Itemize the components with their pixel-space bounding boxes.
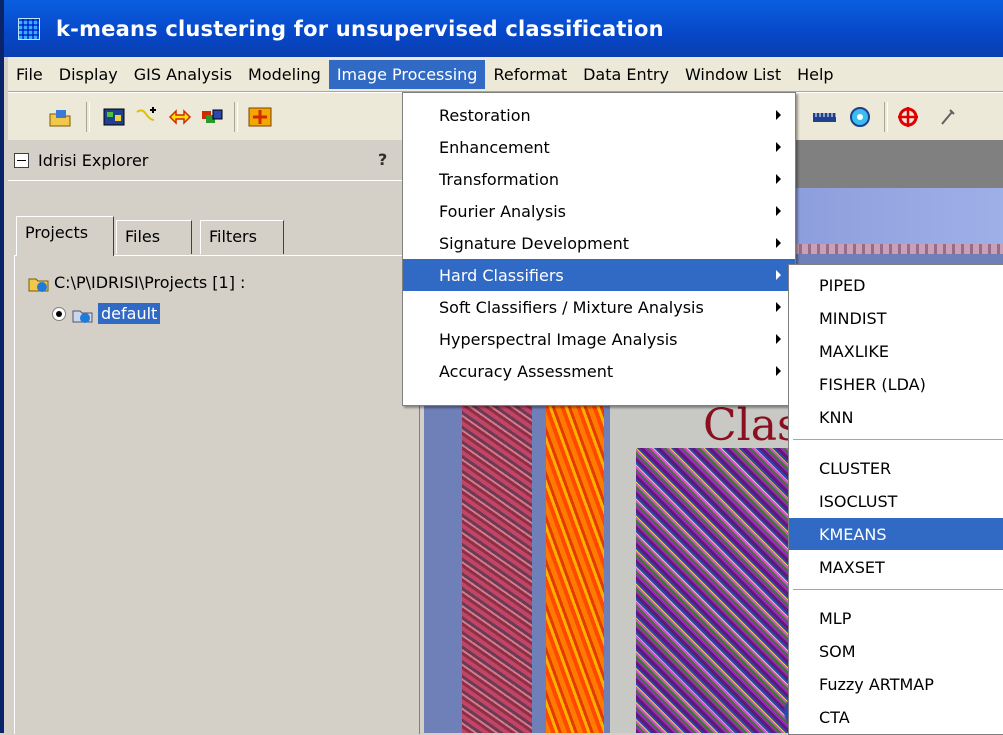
menu-item-cta[interactable]: CTA [789,701,1003,733]
project-icon [72,306,94,323]
menu-item-signature-development[interactable]: Signature Development [403,227,795,259]
display-map-icon[interactable] [102,106,126,128]
tree-root[interactable]: C:\P\IDRISI\Projects [1] : [28,273,245,292]
collapse-icon[interactable] [14,152,29,168]
menu-item-soft-classifiers[interactable]: Soft Classifiers / Mixture Analysis [403,291,795,323]
menu-item-som[interactable]: SOM [789,635,1003,667]
app-window: k-means clustering for unsupervised clas… [0,0,1003,735]
submenu-arrow-icon [776,302,781,312]
menu-item-piped[interactable]: PIPED [789,269,1003,301]
orange-band-image [546,400,604,733]
circle-target-icon[interactable] [848,106,872,128]
menu-item-knn[interactable]: KNN [789,401,1003,433]
classification-title: Clas [703,400,800,451]
menu-item-transformation[interactable]: Transformation [403,163,795,195]
radio-selected-icon[interactable] [52,306,66,321]
menu-item-cluster[interactable]: CLUSTER [789,452,1003,484]
menu-item-enhancement[interactable]: Enhancement [403,131,795,163]
idrisi-explorer-panel: Idrisi Explorer ? Projects Files Filters… [8,140,426,734]
menu-item-fuzzy-artmap[interactable]: Fuzzy ARTMAP [789,668,1003,700]
menu-display[interactable]: Display [51,60,126,89]
tab-files[interactable]: Files [116,220,192,254]
tools-icon[interactable] [936,106,960,128]
tab-filters[interactable]: Filters [200,220,284,254]
submenu-arrow-icon [776,270,781,280]
image-processing-menu: Restoration Enhancement Transformation F… [402,92,796,406]
tree-root-label: C:\P\IDRISI\Projects [1] : [54,273,246,292]
menu-gis-analysis[interactable]: GIS Analysis [126,60,240,89]
help-icon[interactable]: ? [378,150,387,169]
title-bar: k-means clustering for unsupervised clas… [4,0,1003,57]
menu-item-mindist[interactable]: MINDIST [789,302,1003,334]
pan-icon[interactable] [248,106,272,128]
hard-classifiers-submenu: PIPED MINDIST MAXLIKE FISHER (LDA) KNN C… [788,264,1003,735]
explorer-header: Idrisi Explorer ? [8,140,424,181]
menu-modeling[interactable]: Modeling [240,60,329,89]
menu-separator [793,589,1003,590]
submenu-arrow-icon [776,206,781,216]
folder-icon [28,275,50,292]
menu-separator [793,439,1003,440]
menu-item-hyperspectral[interactable]: Hyperspectral Image Analysis [403,323,795,355]
menu-image-processing[interactable]: Image Processing [328,59,486,89]
menu-window-list[interactable]: Window List [677,60,789,89]
menu-item-kmeans[interactable]: KMEANS [789,518,1003,550]
menu-item-fisher-lda[interactable]: FISHER (LDA) [789,368,1003,400]
submenu-arrow-icon [776,110,781,120]
menu-item-hard-classifiers[interactable]: Hard Classifiers [403,259,795,291]
menu-bar: File Display GIS Analysis Modeling Image… [8,57,1003,92]
scale-bar-icon[interactable] [812,106,836,128]
menu-item-fourier-analysis[interactable]: Fourier Analysis [403,195,795,227]
menu-item-mlp[interactable]: MLP [789,602,1003,634]
tree-item-label: default [98,303,161,324]
submenu-arrow-icon [776,238,781,248]
open-icon[interactable] [48,106,72,128]
menu-item-isoclust[interactable]: ISOCLUST [789,485,1003,517]
digitize-icon[interactable] [134,106,158,128]
submenu-arrow-icon [776,174,781,184]
menu-help[interactable]: Help [789,60,841,89]
tab-projects[interactable]: Projects [16,216,114,256]
projects-tab-page [14,255,420,734]
menu-item-maxset[interactable]: MAXSET [789,551,1003,583]
tree-item-default[interactable]: default [52,303,161,324]
window-title: k-means clustering for unsupervised clas… [56,16,664,41]
explorer-title: Idrisi Explorer [38,150,149,170]
menu-file[interactable]: File [8,60,51,89]
submenu-arrow-icon [776,366,781,376]
menu-item-accuracy-assessment[interactable]: Accuracy Assessment [403,355,795,387]
submenu-arrow-icon [776,334,781,344]
false-color-image [462,400,532,733]
layer-composite-icon[interactable] [200,106,224,128]
menu-item-restoration[interactable]: Restoration [403,99,795,131]
app-icon [18,17,40,40]
menu-item-maxlike[interactable]: MAXLIKE [789,335,1003,367]
swap-arrows-icon[interactable] [168,106,192,128]
menu-reformat[interactable]: Reformat [485,60,575,89]
menu-data-entry[interactable]: Data Entry [575,60,677,89]
crosshair-icon[interactable] [896,106,920,128]
submenu-arrow-icon [776,142,781,152]
